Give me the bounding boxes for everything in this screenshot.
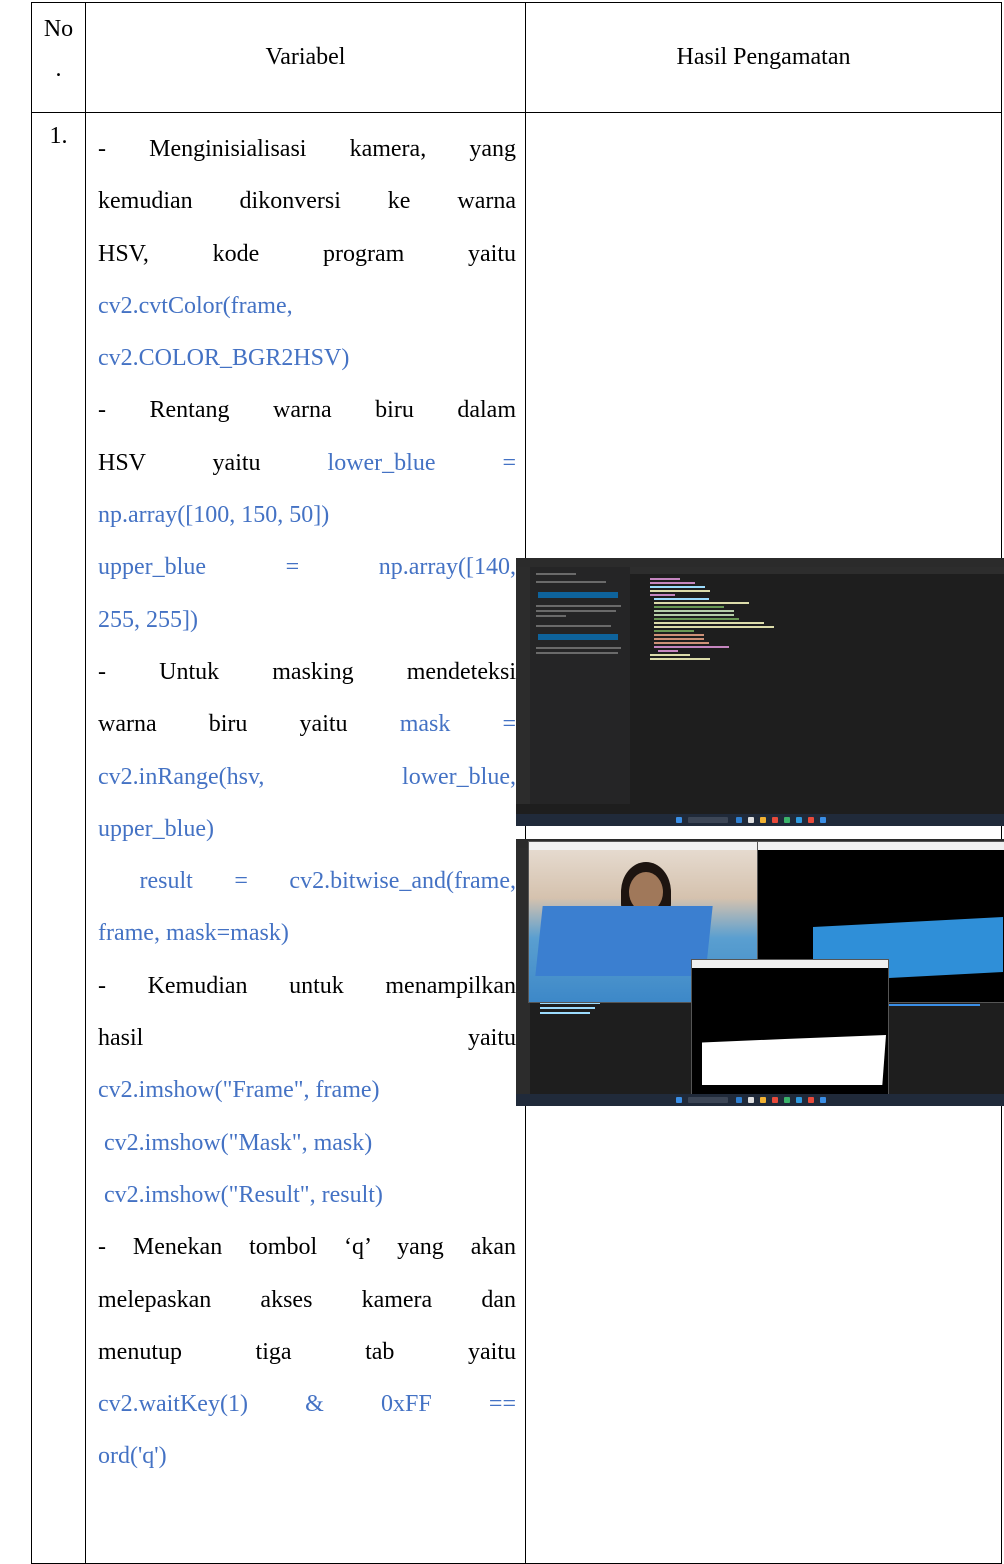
text-line: - Rentang warna biru dalam (98, 397, 516, 424)
text-line: melepaskan akses kamera dan (98, 1286, 516, 1313)
code-line: cv2.imshow("Frame", frame) (98, 1077, 380, 1104)
clone-repository-button (538, 634, 618, 640)
text-line: HSV, kode program yaitu (98, 240, 516, 267)
code-line: cv2.inRange(hsv, lower_blue, (98, 763, 516, 790)
table-header-row: No . Variabel Hasil Pengamatan (31, 2, 1002, 113)
code-segment: mask = (399, 711, 517, 738)
code-line: cv2.imshow("Mask", mask) (98, 1129, 373, 1156)
header-no-dot: . (55, 56, 62, 82)
vscode-statusbar (516, 804, 1004, 814)
text-line: menutup tiga tab yaitu (98, 1338, 516, 1365)
text-line: hasil yaitu (98, 1025, 516, 1052)
mixed-line-lower-blue: HSV yaitu lower_blue = (98, 437, 516, 489)
vscode-tabs (630, 567, 1004, 574)
row-number: 1. (31, 112, 86, 1564)
code-line: upper_blue = np.array([140, (98, 554, 516, 581)
header-hasil-pengamatan: Hasil Pengamatan (525, 2, 1002, 113)
vscode-sidebar (530, 567, 630, 814)
text-line: kemudian dikonversi ke warna (98, 188, 516, 215)
table-row: 1. - Menginisialisasi kamera, yang kemud… (31, 112, 1002, 1564)
text-line: - Untuk masking mendeteksi (98, 658, 516, 685)
text-line: - Menginisialisasi kamera, yang (98, 136, 516, 162)
vscode-activity-bar (516, 567, 530, 814)
header-no: No . (31, 2, 86, 113)
code-line: cv2.waitKey(1) & 0xFF == (98, 1391, 516, 1418)
code-line: frame, mask=mask) (98, 920, 289, 947)
windows-taskbar (516, 814, 1004, 826)
open-folder-button (538, 592, 618, 598)
code-line: upper_blue) (98, 815, 214, 842)
mask-window (691, 959, 889, 1097)
camera-windows-screenshot (516, 839, 1004, 1106)
code-line: 255, 255]) (98, 606, 198, 633)
header-variabel: Variabel (85, 2, 526, 113)
code-line: result = cv2.bitwise_and(frame, (98, 868, 516, 895)
hasil-cell (525, 112, 1002, 1564)
text-line: - Kemudian untuk menampilkan (98, 972, 516, 999)
text-line: - Menekan tombol ‘q’ yang akan (98, 1234, 516, 1261)
text-segment: HSV yaitu (98, 449, 261, 476)
text-segment: warna biru yaitu (98, 711, 348, 738)
vscode-editor (630, 574, 996, 804)
code-segment: lower_blue = (327, 449, 517, 476)
code-line: ord('q') (98, 1443, 167, 1470)
mixed-line-mask: warna biru yaitu mask = (98, 698, 516, 750)
code-line: np.array([100, 150, 50]) (98, 502, 330, 529)
windows-taskbar-2 (516, 1094, 1004, 1106)
code-line: cv2.COLOR_BGR2HSV) (98, 345, 350, 372)
code-line: cv2.imshow("Result", result) (98, 1181, 383, 1208)
code-line: cv2.cvtColor(frame, (98, 292, 293, 319)
vscode-screenshot (516, 558, 1004, 826)
vscode-titlebar (516, 558, 1004, 567)
variabel-cell: - Menginisialisasi kamera, yang kemudian… (85, 112, 526, 1564)
header-no-label: No (43, 16, 74, 42)
